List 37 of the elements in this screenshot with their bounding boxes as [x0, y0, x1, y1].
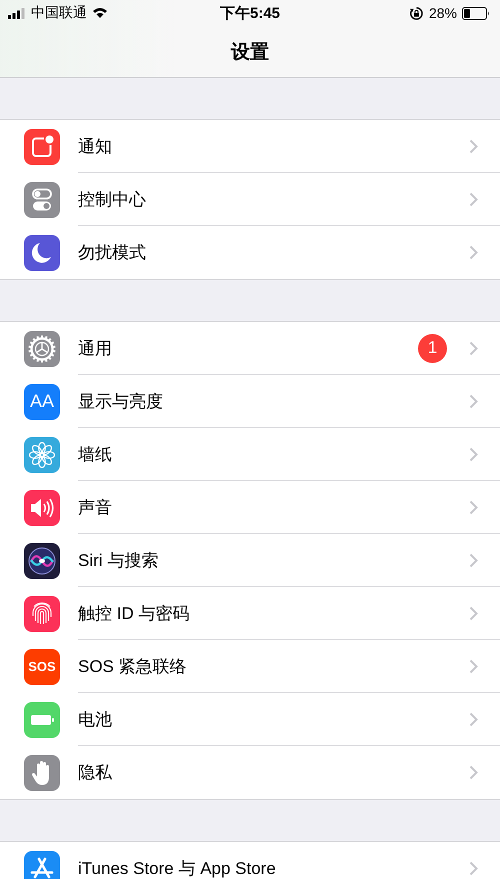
- chevron-icon: [469, 552, 478, 568]
- chevron-icon: [469, 500, 478, 514]
- notification-badge: 1: [418, 334, 447, 362]
- battery-icon: [462, 6, 490, 20]
- chevron-icon: [469, 606, 478, 620]
- wifi-icon: [92, 7, 108, 19]
- settings-row[interactable]: Siri 与搜索: [0, 534, 500, 587]
- page-title: 设置: [231, 40, 269, 64]
- carrier-name: 中国联通: [31, 4, 87, 22]
- settings-row[interactable]: 电池: [0, 693, 500, 746]
- chevron-icon: [469, 765, 478, 780]
- settings-row[interactable]: 勿扰模式: [0, 226, 500, 279]
- settings-row[interactable]: 控制中心: [0, 173, 500, 226]
- settings-row[interactable]: 通用 1: [0, 322, 500, 375]
- chevron-icon: [469, 394, 478, 408]
- chevron-icon: [469, 245, 478, 260]
- settings-row[interactable]: 墙纸: [0, 428, 500, 481]
- chevron-icon: [469, 658, 478, 674]
- settings-row[interactable]: iTunes Store 与 App Store: [0, 842, 500, 879]
- clock-time: 下午5:45: [220, 4, 280, 22]
- settings-row[interactable]: 声音: [0, 481, 500, 534]
- battery-percent: 28%: [428, 5, 457, 21]
- settings-row[interactable]: SOS SOS 紧急联络: [0, 640, 500, 693]
- chevron-icon: [469, 340, 478, 356]
- settings-row[interactable]: 通知: [0, 120, 500, 173]
- text-icon: AA: [24, 384, 60, 420]
- signal-icon: [8, 8, 26, 18]
- chevron-icon: [469, 446, 478, 462]
- chevron-icon: [469, 712, 478, 726]
- chevron-icon: [469, 192, 478, 206]
- settings-row[interactable]: AA 显示与亮度: [0, 375, 500, 428]
- chevron-icon: [469, 138, 478, 154]
- rotation-lock-icon: [408, 6, 424, 20]
- settings-row[interactable]: 隐私: [0, 746, 500, 799]
- chevron-icon: [469, 861, 478, 876]
- text-icon: SOS: [24, 648, 60, 684]
- settings-row[interactable]: 触控 ID 与密码: [0, 587, 500, 640]
